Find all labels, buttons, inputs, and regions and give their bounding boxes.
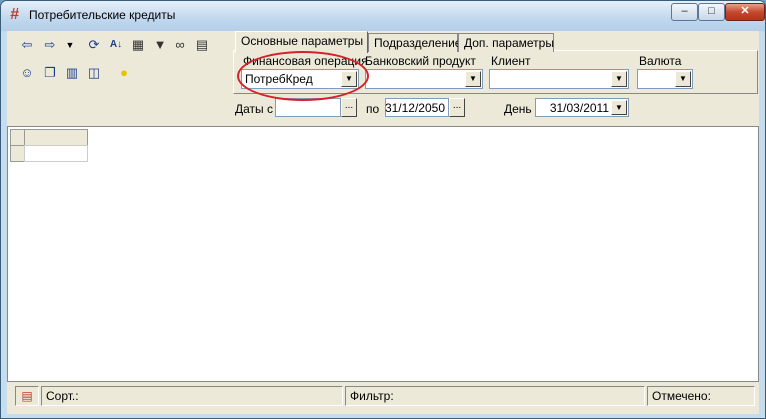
grid-corner-cell[interactable] <box>10 129 25 146</box>
tab-extra-params[interactable]: Доп. параметры <box>458 33 554 52</box>
arrow-right-icon[interactable]: ⇨ <box>40 35 60 55</box>
data-grid[interactable] <box>7 126 759 382</box>
tab-department[interactable]: Подразделение <box>368 33 461 52</box>
close-button[interactable]: ✕ <box>725 3 765 21</box>
chevron-down-icon[interactable]: ▼ <box>675 71 691 87</box>
chevron-down-icon[interactable]: ▼ <box>611 71 627 87</box>
product-combo[interactable]: ▼ <box>365 69 483 89</box>
user-settings-icon[interactable]: ☺ <box>17 63 37 83</box>
date-from-browse-button[interactable]: ... <box>341 98 357 117</box>
window-title: Потребительские кредиты <box>29 8 176 22</box>
status-bar: ▤ Сорт.: Фильтр: Отмечено: <box>7 386 759 406</box>
minimize-button[interactable]: – <box>671 3 698 21</box>
product-label: Банковский продукт <box>365 54 476 68</box>
client-label: Клиент <box>491 54 531 68</box>
filter-status: Фильтр: <box>345 386 645 406</box>
grid-column-header[interactable] <box>24 129 88 146</box>
grid-cell[interactable] <box>24 145 88 162</box>
marked-status: Отмечено: <box>647 386 755 406</box>
maximize-button[interactable]: □ <box>698 3 725 21</box>
chevron-down-icon[interactable]: ▼ <box>341 71 357 87</box>
grid-settings-icon[interactable]: ▤ <box>15 386 39 406</box>
day-combo[interactable]: 31/03/2011 ▼ <box>535 98 629 117</box>
notes-icon[interactable]: ▥ <box>62 63 82 83</box>
main-window: # Потребительские кредиты – □ ✕ ⇦ ⇨ ▼ ⟳ … <box>0 0 766 419</box>
tools-icon[interactable]: ▦ <box>128 35 148 55</box>
copy-icon[interactable]: ❐ <box>40 63 60 83</box>
chevron-down-icon[interactable]: ▼ <box>611 100 627 115</box>
pages-icon[interactable]: ◫ <box>84 63 104 83</box>
currency-combo[interactable]: ▼ <box>637 69 693 89</box>
date-to-input[interactable]: 31/12/2050 <box>385 98 449 117</box>
app-icon: # <box>10 6 19 23</box>
tab-main-params[interactable]: Основные параметры <box>235 31 368 53</box>
refresh-icon[interactable]: ⟳ <box>84 35 104 55</box>
fin-op-value: ПотребКред <box>245 72 313 86</box>
day-label: День <box>504 102 532 116</box>
grid-row-header[interactable] <box>10 145 25 162</box>
arrow-left-icon[interactable]: ⇦ <box>17 35 37 55</box>
dropdown-arrow-icon[interactable]: ▼ <box>60 35 80 55</box>
date-from-label: Даты с <box>235 102 273 116</box>
print-icon[interactable]: ▤ <box>192 35 212 55</box>
binoculars-icon[interactable]: ∞ <box>170 35 190 55</box>
currency-label: Валюта <box>639 54 682 68</box>
chevron-down-icon[interactable]: ▼ <box>465 71 481 87</box>
filter-icon[interactable]: ▼ <box>150 35 170 55</box>
date-to-label: по <box>366 102 380 116</box>
date-to-browse-button[interactable]: ... <box>449 98 465 117</box>
fin-op-label: Финансовая операция <box>243 54 368 68</box>
client-area: ⇦ ⇨ ▼ ⟳ A↓ ▦ ▼ ∞ ▤ ☺ ❐ ▥ ◫ ● Основные па… <box>7 31 759 414</box>
date-from-input[interactable] <box>275 98 341 117</box>
fin-op-combo[interactable]: ПотребКред ▼ <box>241 69 359 89</box>
client-combo[interactable]: ▼ <box>489 69 629 89</box>
sort-az-icon[interactable]: A↓ <box>106 35 126 55</box>
sort-status: Сорт.: <box>41 386 343 406</box>
lightbulb-icon[interactable]: ● <box>114 63 134 83</box>
title-bar[interactable]: # Потребительские кредиты – □ ✕ <box>1 1 765 31</box>
